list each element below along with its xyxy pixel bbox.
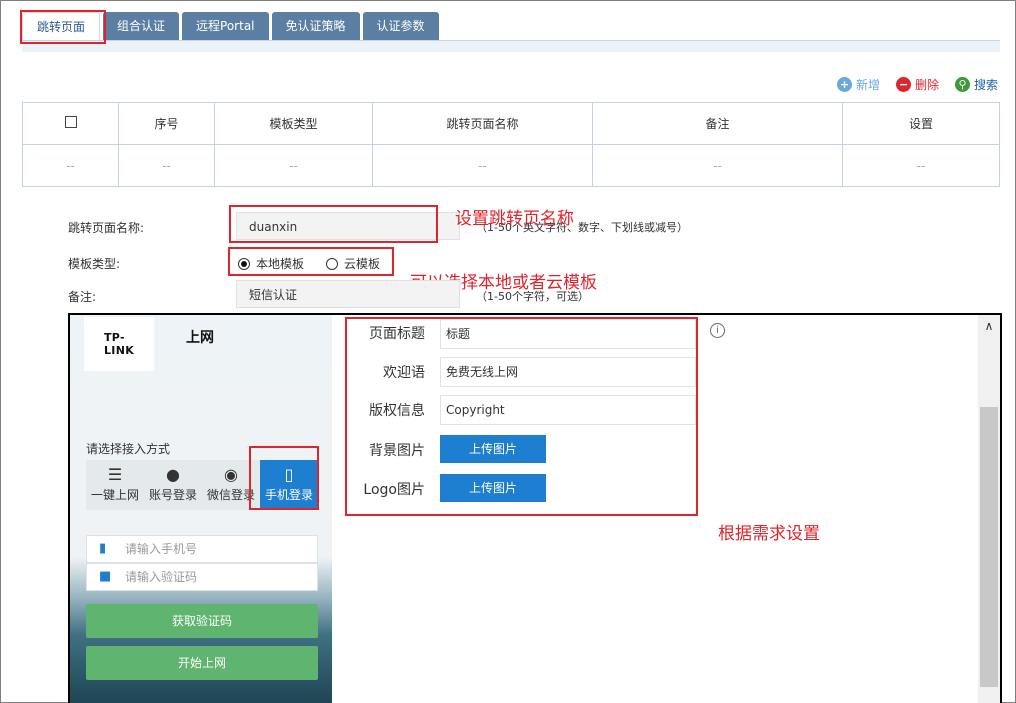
search-icon: ⚲ — [954, 77, 970, 92]
info-icon[interactable]: i — [710, 323, 725, 338]
tab-auth-free-policy[interactable]: 免认证策略 — [271, 12, 360, 40]
note-label: 备注: — [68, 290, 97, 304]
note-input[interactable]: 短信认证 — [236, 280, 460, 308]
highlight-template-type — [228, 247, 394, 276]
search-button[interactable]: ⚲ 搜索 — [954, 76, 998, 93]
page-name-label: 跳转页面名称: — [68, 221, 145, 235]
toolbar: + 新增 − 删除 ⚲ 搜索 — [836, 76, 998, 93]
col-note: 备注 — [592, 102, 843, 145]
delete-label: 删除 — [914, 78, 939, 92]
template-type-label: 模板类型: — [68, 257, 121, 271]
col-index: 序号 — [118, 102, 215, 145]
table-cell: -- — [842, 144, 1000, 187]
tab-underline-band — [22, 40, 1000, 52]
highlight-active-tab — [20, 10, 106, 44]
table-cell: -- — [118, 144, 215, 187]
col-template-type: 模板类型 — [214, 102, 373, 145]
tab-remote-portal[interactable]: 远程Portal — [182, 12, 269, 40]
method-label: 微信登录 — [206, 488, 255, 502]
scroll-up-icon[interactable]: ∧ — [978, 319, 1000, 333]
annotation-settings: 根据需求设置 — [718, 524, 820, 544]
annotation-page-name: 设置跳转页名称 — [455, 209, 574, 229]
verify-code-placeholder: 请输入验证码 — [125, 570, 198, 584]
select-all-cell[interactable] — [22, 102, 119, 145]
highlight-page-name — [229, 205, 438, 243]
tab-auth-params[interactable]: 认证参数 — [362, 12, 439, 40]
table-cell: -- — [22, 144, 119, 187]
table-header-row: 序号 模板类型 跳转页面名称 备注 设置 — [22, 102, 1000, 145]
lock-icon: ■ — [99, 569, 112, 584]
note-hint: （1-50个字符，可选） — [476, 290, 589, 303]
table-row: -- -- -- -- -- -- — [22, 144, 1000, 187]
wifi-icon: ☰ — [107, 465, 123, 484]
highlight-phone-method — [249, 446, 319, 510]
start-surfing-button[interactable]: 开始上网 — [86, 646, 318, 680]
table-cell: -- — [592, 144, 843, 187]
user-icon: ● — [166, 465, 180, 484]
delete-button[interactable]: − 删除 — [895, 76, 939, 93]
vertical-scrollbar[interactable]: ∧ — [978, 315, 1000, 703]
add-icon: + — [836, 77, 852, 92]
col-settings: 设置 — [842, 102, 1000, 145]
scroll-thumb[interactable] — [980, 407, 998, 687]
add-label: 新增 — [855, 78, 880, 92]
select-all-checkbox[interactable] — [64, 116, 77, 128]
method-one-click[interactable]: ☰ 一键上网 — [86, 460, 144, 510]
delete-icon: − — [895, 77, 911, 92]
template-table: 序号 模板类型 跳转页面名称 备注 设置 -- -- -- -- -- -- — [22, 102, 1000, 187]
access-method-label: 请选择接入方式 — [86, 442, 171, 456]
phone-number-input[interactable]: ▮ 请输入手机号 — [86, 535, 318, 563]
search-label: 搜索 — [973, 78, 998, 92]
col-page-name: 跳转页面名称 — [372, 102, 593, 145]
tab-combined-auth[interactable]: 组合认证 — [103, 12, 180, 40]
highlight-settings-panel — [345, 317, 698, 516]
get-code-button[interactable]: 获取验证码 — [86, 604, 318, 638]
method-label: 一键上网 — [90, 488, 139, 502]
table-cell: -- — [214, 144, 373, 187]
method-label: 账号登录 — [148, 488, 197, 502]
brand-logo: TP-LINK — [104, 331, 135, 357]
logo-area: TP-LINK — [84, 317, 154, 371]
verify-code-input[interactable]: ■ 请输入验证码 — [86, 563, 318, 591]
mobile-phone-icon: ▮ — [99, 541, 107, 556]
method-account[interactable]: ● 账号登录 — [144, 460, 202, 510]
add-button[interactable]: + 新增 — [836, 76, 880, 93]
table-cell: -- — [372, 144, 593, 187]
phone-number-placeholder: 请输入手机号 — [125, 542, 198, 556]
phone-page-title: 上网 — [186, 330, 214, 346]
